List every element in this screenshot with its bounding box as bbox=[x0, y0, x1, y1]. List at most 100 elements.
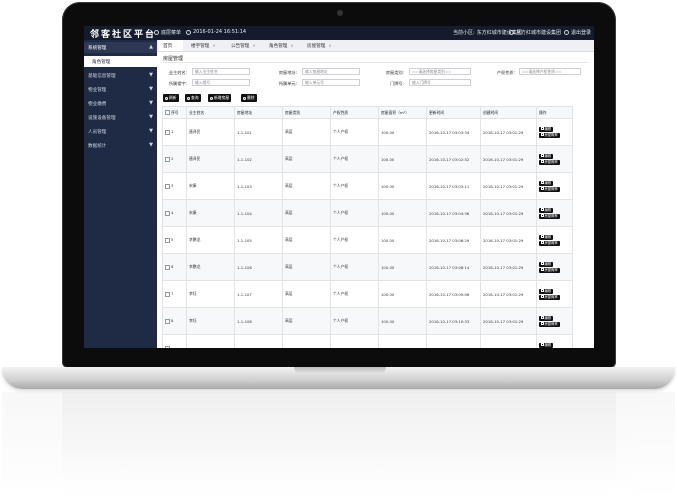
row-number: 2 bbox=[171, 156, 174, 162]
unit-input[interactable]: 输入单元号 bbox=[302, 79, 360, 86]
button-label: 编辑 bbox=[544, 315, 552, 320]
close-icon[interactable]: × bbox=[328, 43, 331, 48]
row-checkbox[interactable] bbox=[165, 264, 170, 270]
cell-property: 个人产权 bbox=[330, 145, 379, 173]
refresh-button[interactable]: 刷新 bbox=[163, 94, 179, 102]
row-checkbox[interactable] bbox=[165, 156, 170, 162]
select-all-checkbox[interactable] bbox=[165, 110, 170, 115]
edit-button[interactable]: 编辑 bbox=[539, 288, 554, 294]
row-checkbox[interactable] bbox=[165, 129, 170, 135]
view-house-button[interactable]: 房屋概率 bbox=[539, 240, 560, 246]
row-checkbox[interactable] bbox=[165, 237, 170, 243]
cell-actions: 编辑房屋概率 bbox=[536, 307, 573, 335]
row-number-cell[interactable]: 3 bbox=[162, 172, 187, 200]
cell-type: 高层 bbox=[282, 145, 331, 173]
close-icon[interactable]: × bbox=[252, 43, 255, 48]
row-number-cell[interactable]: 2 bbox=[162, 145, 187, 173]
table-row: 1 唐泽民 1-1-101 高层 个人产权 100.00 2016-10-17 03:03:… bbox=[162, 118, 573, 146]
row-checkbox[interactable] bbox=[165, 291, 170, 297]
logout-button[interactable]: 退出登录 bbox=[564, 29, 591, 36]
add-house-button[interactable]: 新增房屋 bbox=[208, 94, 232, 102]
view-house-button[interactable]: 房屋概率 bbox=[539, 159, 560, 165]
edit-button[interactable]: 编辑 bbox=[539, 261, 554, 267]
view-house-button[interactable]: 房屋概率 bbox=[539, 186, 560, 192]
cell-updated: 2016-10-17 03:04:36 bbox=[426, 199, 481, 227]
delete-button[interactable]: 删除 bbox=[241, 94, 257, 102]
view-house-button[interactable]: 房屋概率 bbox=[539, 294, 560, 300]
button-label: 编辑 bbox=[544, 261, 552, 266]
tab-home[interactable]: 首页 bbox=[159, 40, 183, 51]
edit-button[interactable]: 编辑 bbox=[539, 234, 554, 240]
row-number-cell[interactable]: 6 bbox=[162, 253, 187, 281]
sidebar-item-system[interactable]: 系统管理 ▲ bbox=[84, 42, 157, 53]
house-type-select[interactable]: ==请选择房屋类别== bbox=[409, 68, 471, 75]
row-checkbox[interactable] bbox=[165, 210, 170, 216]
reflection bbox=[2, 392, 675, 498]
edit-button[interactable]: 编辑 bbox=[539, 342, 554, 348]
tab-buildings[interactable]: 楼宇管理 × bbox=[191, 40, 216, 51]
cell-updated: 2016-10-17 03:03:11 bbox=[426, 172, 481, 200]
close-icon[interactable]: × bbox=[212, 43, 215, 48]
cell-type: 高层 bbox=[282, 118, 331, 146]
column-header: 房屋类别 bbox=[282, 106, 331, 119]
sidebar-item-roles[interactable]: 角色管理 bbox=[84, 56, 157, 67]
cell-area: 100.00 bbox=[378, 118, 427, 146]
row-number-cell[interactable]: 4 bbox=[162, 199, 187, 227]
row-number-cell[interactable]: 8 bbox=[162, 307, 187, 335]
edit-button[interactable]: 编辑 bbox=[539, 153, 554, 159]
tab-label: 楼宇管理 bbox=[191, 43, 210, 49]
view-house-button[interactable]: 房屋概率 bbox=[539, 213, 560, 219]
house-address-input[interactable]: 输入房屋地址 bbox=[302, 68, 360, 75]
cell-address: 1-1-104 bbox=[234, 199, 283, 227]
sidebar-item-facilities[interactable]: 设施设备管理 ▼ bbox=[84, 112, 157, 123]
row-number-cell[interactable]: 7 bbox=[162, 280, 187, 308]
cell-type: 高层 bbox=[282, 253, 331, 281]
button-label: 房屋概率 bbox=[544, 159, 558, 164]
edit-icon bbox=[541, 316, 544, 319]
tab-notices[interactable]: 公告管理 × bbox=[231, 40, 256, 51]
edit-icon bbox=[541, 289, 544, 292]
cell-owner: 李鹏龙 bbox=[186, 253, 235, 281]
view-house-button[interactable]: 房屋概率 bbox=[539, 267, 560, 273]
view-house-button[interactable]: 房屋概率 bbox=[539, 321, 560, 327]
row-checkbox[interactable] bbox=[165, 318, 170, 324]
tab-houses[interactable]: 房屋管理 × bbox=[307, 40, 332, 51]
owner-name-input[interactable]: 输入业主姓名 bbox=[192, 68, 250, 75]
query-button[interactable]: 查询 bbox=[185, 94, 201, 102]
edit-button[interactable]: 编辑 bbox=[539, 207, 554, 213]
user-menu[interactable]: 东方红城市建设集团 bbox=[509, 29, 561, 36]
row-number-cell[interactable]: 5 bbox=[162, 226, 187, 254]
edit-button[interactable]: 编辑 bbox=[539, 180, 554, 186]
row-checkbox[interactable] bbox=[165, 183, 170, 189]
building-input[interactable]: 输入楼号 bbox=[192, 79, 250, 86]
button-label: 房屋概率 bbox=[544, 240, 558, 245]
unit-label: 所属单元: bbox=[278, 81, 297, 86]
row-number-cell[interactable] bbox=[162, 334, 187, 348]
row-checkbox[interactable] bbox=[165, 345, 170, 348]
top-menu-label: 底层菜单 bbox=[161, 30, 182, 36]
sidebar-item-personnel[interactable]: 人员管理 ▼ bbox=[84, 126, 157, 137]
sidebar-item-property[interactable]: 物业管理 ▼ bbox=[84, 84, 157, 95]
column-header[interactable]: 序号 bbox=[162, 106, 187, 119]
row-number-cell[interactable]: 1 bbox=[162, 118, 187, 146]
sidebar-item-statistics[interactable]: 数据统计 ▼ bbox=[84, 140, 157, 151]
cell-property: 个人产权 bbox=[330, 253, 379, 281]
cell-address bbox=[234, 334, 283, 348]
property-type-select[interactable]: ==请选择产权性质== bbox=[519, 68, 581, 75]
chevron-up-icon: ▲ bbox=[149, 44, 153, 50]
edit-icon bbox=[541, 181, 544, 184]
edit-button[interactable]: 编辑 bbox=[539, 126, 554, 132]
top-menu-button[interactable]: 底层菜单 bbox=[154, 29, 181, 36]
eye-icon bbox=[541, 241, 544, 244]
sidebar-item-fees[interactable]: 物业缴费 ▼ bbox=[84, 98, 157, 109]
close-icon[interactable]: × bbox=[290, 43, 293, 48]
delete-label: 删除 bbox=[247, 95, 255, 100]
cell-type: 高层 bbox=[282, 307, 331, 335]
cell-area: 100.00 bbox=[378, 307, 427, 335]
sidebar-item-basic-info[interactable]: 基础信息管理 ▼ bbox=[84, 70, 157, 81]
view-house-button[interactable]: 房屋概率 bbox=[539, 132, 560, 138]
door-number-input[interactable]: 输入门牌号 bbox=[409, 79, 471, 86]
edit-button[interactable]: 编辑 bbox=[539, 315, 554, 321]
tab-roles[interactable]: 角色管理 × bbox=[269, 40, 294, 51]
cell-created: 2016-10-17 03:01:29 bbox=[480, 253, 537, 281]
